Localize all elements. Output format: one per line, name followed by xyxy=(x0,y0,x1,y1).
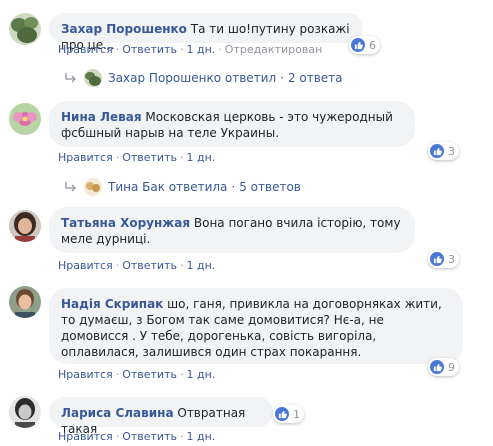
thumbs-up-icon xyxy=(430,360,444,374)
reaction-count[interactable]: 6 xyxy=(349,36,380,54)
reply-link[interactable]: Ответить xyxy=(122,259,177,272)
replies-label: Тина Бак ответила xyxy=(108,180,228,194)
comment-actions: Нравится · Ответить · 1 дн. xyxy=(58,151,215,164)
comment-actions: Нравится · Ответить · 1 дн. xyxy=(58,430,215,443)
reply-link[interactable]: Ответить xyxy=(122,430,177,443)
separator: · xyxy=(179,368,184,381)
separator: · xyxy=(218,43,222,56)
separator: · xyxy=(115,368,120,381)
comment-bubble: Захар Порошенко Та ти шо!путину розкажі … xyxy=(49,13,363,52)
reaction-number: 3 xyxy=(448,144,455,158)
replies-label: Захар Порошенко ответил xyxy=(108,71,277,85)
avatar[interactable] xyxy=(9,103,41,135)
avatar[interactable] xyxy=(9,286,41,318)
comment-bubble: Надія Скрипак шо, ганя, привикла на дого… xyxy=(49,288,463,364)
reaction-number: 1 xyxy=(293,407,300,421)
reaction-count[interactable]: 3 xyxy=(428,142,459,160)
separator: · xyxy=(280,71,284,85)
comment-author[interactable]: Надія Скрипак xyxy=(61,297,163,311)
reaction-number: 9 xyxy=(448,360,455,374)
separator: · xyxy=(231,180,236,194)
separator: · xyxy=(179,151,184,164)
reply-avatar xyxy=(84,69,102,87)
comment-actions: Нравится · Ответить · 1 дн. xyxy=(58,368,215,381)
like-link[interactable]: Нравится xyxy=(58,259,113,272)
separator: · xyxy=(179,430,184,443)
separator: · xyxy=(115,43,120,56)
comment-bubble: Татьяна Хорунжая Вона погано вчила істор… xyxy=(49,207,415,253)
reaction-number: 3 xyxy=(448,252,455,266)
reply-link[interactable]: Ответить xyxy=(122,368,177,381)
reply-link[interactable]: Ответить xyxy=(122,151,177,164)
timestamp[interactable]: 1 дн. xyxy=(186,368,215,381)
comment-bubble: Нина Левая Московская церковь - это чуже… xyxy=(49,101,415,147)
avatar[interactable] xyxy=(9,13,41,45)
comment-author[interactable]: Татьяна Хорунжая xyxy=(61,216,190,230)
comment-actions: Нравится · Ответить · 1 дн. · Отредактирован xyxy=(58,43,322,56)
comment-author[interactable]: Нина Левая xyxy=(61,110,142,124)
like-link[interactable]: Нравится xyxy=(58,430,113,443)
timestamp[interactable]: 1 дн. xyxy=(186,430,215,443)
replies-count: 2 ответа xyxy=(287,71,343,85)
comment-author[interactable]: Лариса Славина xyxy=(61,406,174,420)
timestamp[interactable]: 1 дн. xyxy=(186,259,215,272)
thumbs-up-icon xyxy=(430,252,444,266)
like-link[interactable]: Нравится xyxy=(58,43,113,56)
separator: · xyxy=(179,259,184,272)
edited-label: Отредактирован xyxy=(224,43,323,56)
avatar[interactable] xyxy=(9,210,41,242)
reply-arrow-icon xyxy=(65,182,76,192)
reply-avatar xyxy=(84,178,102,196)
like-link[interactable]: Нравится xyxy=(58,151,113,164)
separator: · xyxy=(115,259,120,272)
separator: · xyxy=(115,151,120,164)
separator: · xyxy=(179,43,184,56)
thumbs-up-icon xyxy=(430,144,444,158)
comment-author[interactable]: Захар Порошенко xyxy=(61,22,187,36)
separator: · xyxy=(115,430,120,443)
like-link[interactable]: Нравится xyxy=(58,368,113,381)
comment-bubble: Лариса Славина Отвратная такая xyxy=(49,397,273,436)
thumbs-up-icon xyxy=(351,38,365,52)
reaction-count[interactable]: 9 xyxy=(428,358,459,376)
replies-link[interactable]: Захар Порошенко ответил · 2 ответа xyxy=(64,69,343,87)
reply-arrow-icon xyxy=(65,73,76,83)
timestamp[interactable]: 1 дн. xyxy=(186,43,215,56)
reply-link[interactable]: Ответить xyxy=(122,43,177,56)
timestamp[interactable]: 1 дн. xyxy=(186,151,215,164)
comment-actions: Нравится · Ответить · 1 дн. xyxy=(58,259,215,272)
replies-link[interactable]: Тина Бак ответила · 5 ответов xyxy=(64,178,301,196)
replies-count: 5 ответов xyxy=(239,180,301,194)
reaction-count[interactable]: 3 xyxy=(428,250,459,268)
reaction-number: 6 xyxy=(369,38,376,52)
reaction-count[interactable]: 1 xyxy=(273,405,304,423)
avatar[interactable] xyxy=(9,396,41,428)
thumbs-up-icon xyxy=(275,407,289,421)
